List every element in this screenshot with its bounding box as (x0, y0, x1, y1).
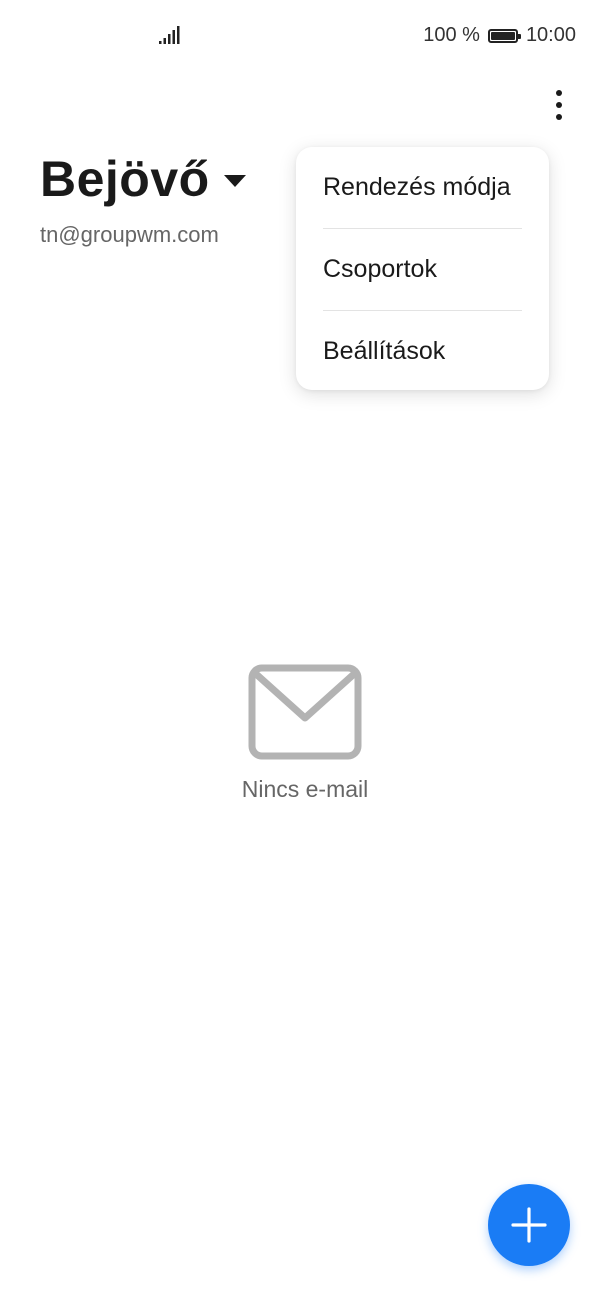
email-inbox-screen: 100 % 10:00 Bejövő tn@groupwm.com Rendez… (0, 0, 610, 1306)
signal-icon (159, 26, 180, 44)
clock: 10:00 (525, 24, 576, 46)
mail-icon (248, 664, 362, 760)
menu-item-settings[interactable]: Beállítások (323, 310, 522, 392)
empty-state: Nincs e-mail (0, 664, 610, 803)
empty-state-text: Nincs e-mail (241, 776, 369, 802)
more-vertical-icon-dot (556, 114, 562, 120)
menu-item-sort[interactable]: Rendezés módja (323, 147, 522, 228)
compose-button[interactable] (488, 1184, 570, 1266)
plus-icon (511, 1207, 547, 1243)
status-bar: 100 % 10:00 (0, 0, 610, 72)
status-right: 100 % 10:00 (423, 24, 576, 47)
battery-percent: 100 % (423, 24, 480, 46)
menu-item-groups[interactable]: Csoportok (323, 228, 522, 310)
battery-icon (487, 28, 521, 43)
overflow-menu: Rendezés módja Csoportok Beállítások (296, 147, 549, 390)
caret-down-icon (223, 175, 246, 187)
more-options-button[interactable] (538, 82, 580, 128)
more-vertical-icon-dot (556, 90, 562, 96)
folder-selector[interactable]: Bejövő (40, 150, 246, 208)
more-vertical-icon-dot (556, 102, 562, 108)
account-email: tn@groupwm.com (40, 222, 219, 247)
page-title: Bejövő (40, 151, 210, 207)
